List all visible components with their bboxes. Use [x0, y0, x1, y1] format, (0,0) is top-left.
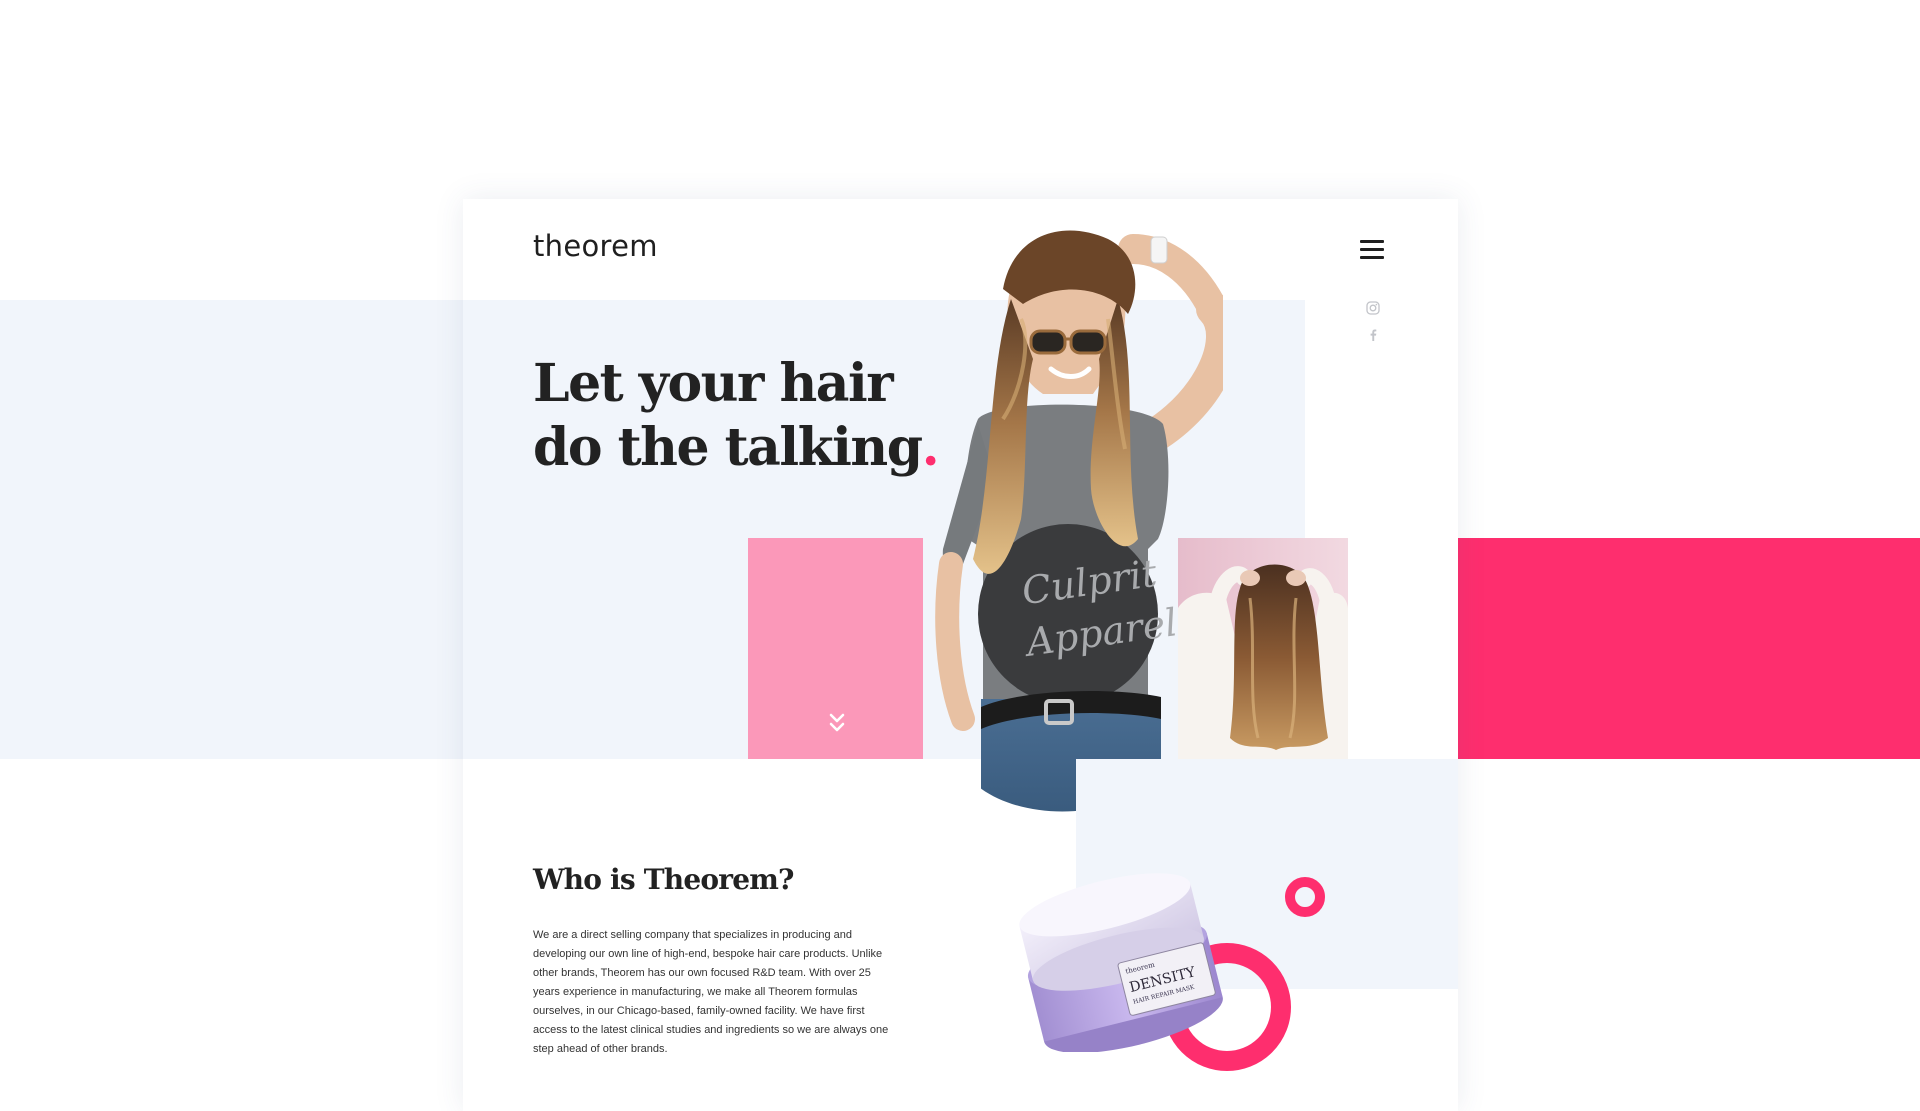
- hero-headline: Let your hair do the talking.: [533, 352, 953, 480]
- page-canvas: theorem Let your hair do the talking. Cu…: [0, 0, 1920, 1111]
- website-mockup: theorem Let your hair do the talking. Cu…: [463, 199, 1458, 1111]
- instagram-icon[interactable]: [1366, 301, 1380, 315]
- headline-line-2-wrapper: do the talking.: [533, 416, 953, 480]
- facebook-icon[interactable]: [1366, 328, 1380, 342]
- hero-model-photo: Culprit Apparel: [935, 230, 1223, 812]
- theorem-logo[interactable]: theorem: [533, 229, 658, 263]
- double-chevron-down-icon[interactable]: [829, 712, 845, 734]
- headline-line-1: Let your hair: [533, 353, 894, 414]
- background-band-pink: [1420, 538, 1920, 759]
- hamburger-menu-icon[interactable]: [1360, 240, 1384, 262]
- about-title: Who is Theorem?: [533, 863, 794, 896]
- about-body-text: We are a direct selling company that spe…: [533, 929, 889, 1055]
- product-jar-image: theorem DENSITY HAIR REPAIR MASK: [1019, 873, 1223, 1052]
- headline-line-2: do the talking: [533, 417, 923, 478]
- decorative-ring-small: [1285, 877, 1325, 917]
